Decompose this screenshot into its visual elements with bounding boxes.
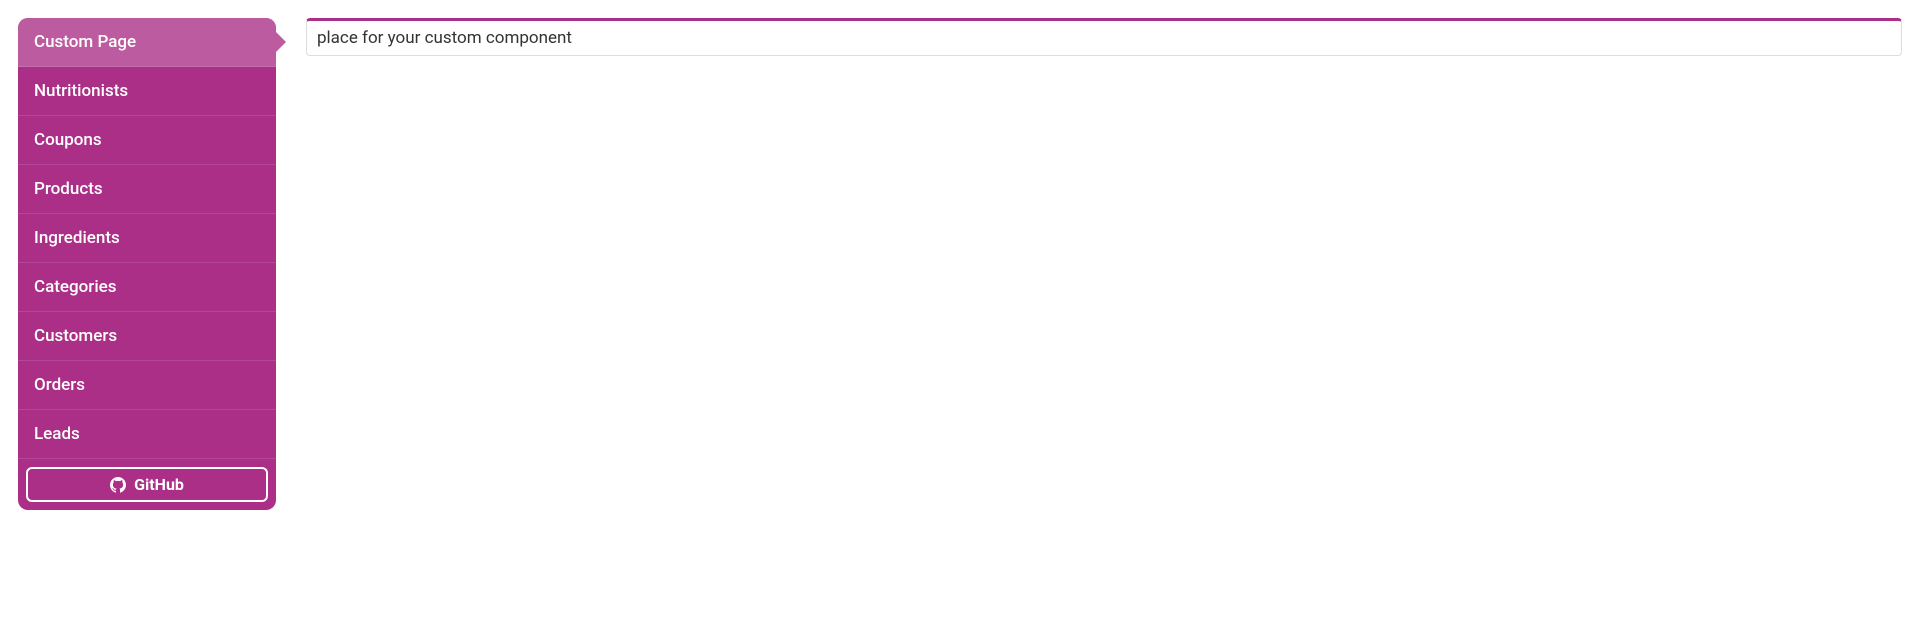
main-content: place for your custom component bbox=[306, 18, 1902, 510]
github-button[interactable]: GitHub bbox=[26, 467, 268, 502]
sidebar-item-custom-page[interactable]: Custom Page bbox=[18, 18, 276, 67]
sidebar-item-categories[interactable]: Categories bbox=[18, 263, 276, 312]
sidebar-item-label: Nutritionists bbox=[34, 81, 128, 101]
placeholder-text: place for your custom component bbox=[317, 28, 572, 48]
github-button-label: GitHub bbox=[134, 475, 184, 494]
sidebar-item-products[interactable]: Products bbox=[18, 165, 276, 214]
sidebar-item-leads[interactable]: Leads bbox=[18, 410, 276, 459]
sidebar-item-label: Custom Page bbox=[34, 32, 136, 52]
sidebar-item-label: Ingredients bbox=[34, 228, 120, 248]
sidebar-item-label: Products bbox=[34, 179, 103, 199]
sidebar-item-label: Categories bbox=[34, 277, 117, 297]
sidebar-item-customers[interactable]: Customers bbox=[18, 312, 276, 361]
github-icon bbox=[110, 477, 126, 493]
sidebar: Custom Page Nutritionists Coupons Produc… bbox=[18, 18, 276, 510]
sidebar-item-ingredients[interactable]: Ingredients bbox=[18, 214, 276, 263]
sidebar-item-nutritionists[interactable]: Nutritionists bbox=[18, 67, 276, 116]
sidebar-item-label: Coupons bbox=[34, 130, 102, 150]
sidebar-item-label: Orders bbox=[34, 375, 85, 395]
custom-component-placeholder: place for your custom component bbox=[306, 18, 1902, 56]
sidebar-item-label: Customers bbox=[34, 326, 117, 346]
sidebar-item-orders[interactable]: Orders bbox=[18, 361, 276, 410]
sidebar-item-coupons[interactable]: Coupons bbox=[18, 116, 276, 165]
sidebar-item-label: Leads bbox=[34, 424, 80, 444]
